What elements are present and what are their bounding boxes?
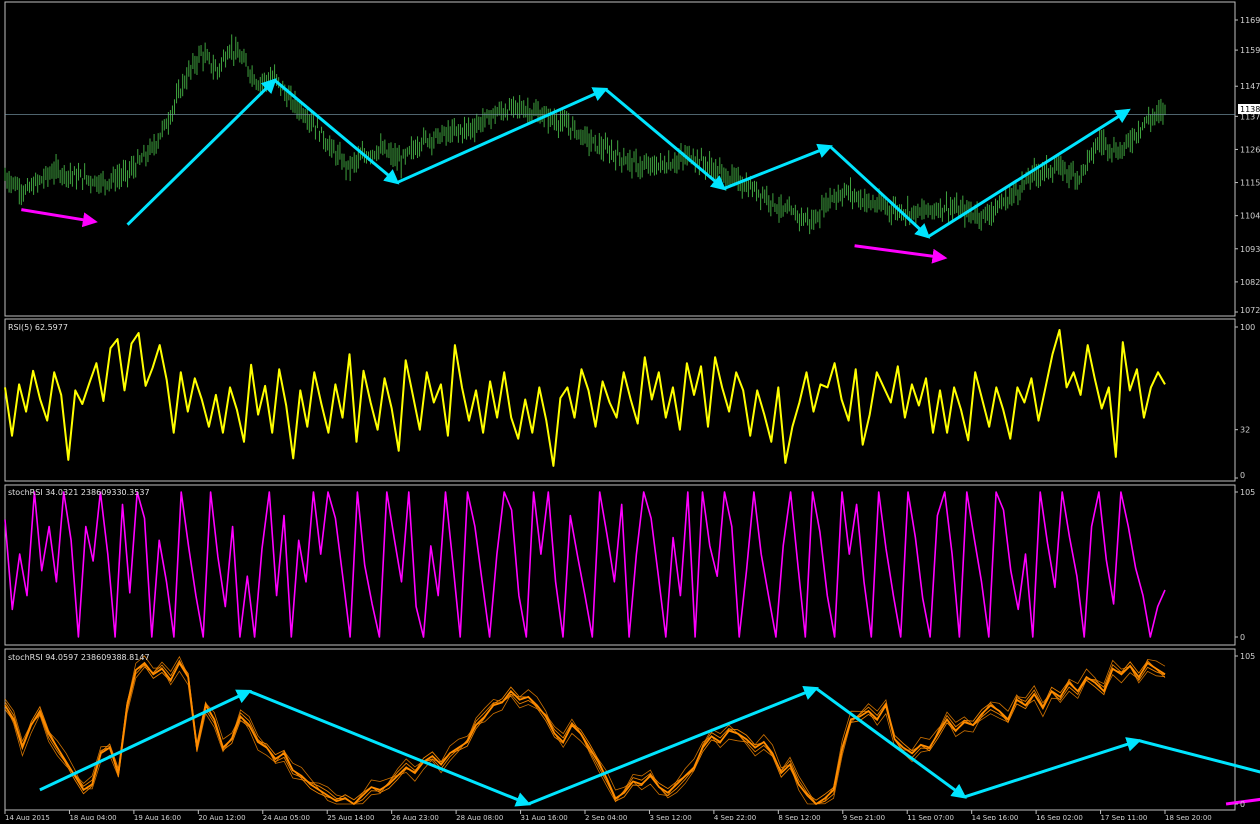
y-tick-label: 1093 [1240, 245, 1260, 254]
price-trend-arrow-6 [927, 108, 1131, 239]
price-divergence-arrow-1 [854, 244, 948, 264]
x-tick-label: 20 Aug 12:00 [198, 814, 245, 820]
y-tick-label: 1115 [1240, 179, 1260, 188]
axis-tick-labels: 1169115911471137112611151104109310821072… [1235, 16, 1260, 809]
current-price-tag: 1138 [1240, 105, 1260, 114]
x-tick-label: 3 Sep 12:00 [649, 814, 691, 820]
x-tick-label: 18 Aug 04:00 [69, 814, 116, 820]
x-tick-label: 9 Sep 21:00 [843, 814, 885, 820]
x-tick-label: 2 Sep 04:00 [585, 814, 627, 820]
series-line [4, 329, 1166, 467]
rsi-panel-title: RSI(5) 62.5977 [8, 323, 68, 332]
y-tick-label: 1169 [1240, 16, 1260, 25]
x-tick-label: 14 Sep 16:00 [972, 814, 1019, 820]
stoch-rsi-line [4, 491, 1166, 638]
x-tick-label: 8 Sep 12:00 [778, 814, 820, 820]
x-tick-label: 14 Aug 2015 [5, 814, 50, 820]
y-tick-label: 1072 [1240, 306, 1260, 315]
y-tick-label: 1082 [1240, 278, 1260, 287]
y-tick-label: 0 [1240, 800, 1245, 809]
osc-trend-arrow-4 [963, 737, 1142, 799]
y-tick-label: 1159 [1240, 46, 1260, 55]
stoch-rsi-panel-title: stochRSI 34.0321 238609330.3537 [8, 488, 150, 497]
x-tick-label: 31 Aug 16:00 [521, 814, 568, 820]
osc-trend-arrow-0 [39, 689, 252, 792]
stoch-rsi-smoothed-panel-title: stochRSI 94.0597 238609388.8147 [8, 653, 150, 662]
date-axis-labels: 14 Aug 2015 18 Aug 04:00 19 Aug 16:00 20 Au… [4, 810, 1212, 822]
rsi-line [4, 329, 1166, 467]
price-trend-arrow-1 [273, 79, 400, 185]
x-tick-label: 11 Sep 07:00 [907, 814, 954, 820]
series-line [4, 491, 1166, 638]
x-tick-label: 28 Aug 08:00 [456, 814, 503, 820]
price-trend-arrow-3 [604, 88, 727, 191]
y-tick-label: 1147 [1240, 82, 1260, 91]
y-tick-label: 105 [1240, 488, 1255, 497]
x-tick-label: 4 Sep 22:00 [714, 814, 756, 820]
chart-canvas[interactable]: 1169115911471137112611151104109310821072… [0, 0, 1260, 822]
x-tick-label: 25 Aug 14:00 [327, 814, 374, 820]
x-tick-label: 16 Sep 02:00 [1036, 814, 1083, 820]
y-tick-label: 105 [1240, 652, 1255, 661]
osc-trend-arrow-1 [248, 689, 532, 807]
y-tick-label: 1104 [1240, 212, 1260, 221]
osc-trend-arrow-5 [1138, 739, 1260, 774]
y-tick-label: 100 [1240, 323, 1255, 332]
y-tick-label: 1126 [1240, 145, 1260, 154]
osc-trend-arrow-3 [815, 687, 967, 799]
price-trend-arrow-4 [723, 143, 833, 190]
y-tick-label: 0 [1240, 471, 1245, 480]
trading-chart-window[interactable]: 1169 1159 1147 1137 1126 1115 1104 1093 1082 1072… [0, 0, 1260, 822]
y-tick-label: 0 [1240, 633, 1245, 642]
x-tick-label: 26 Aug 23:00 [392, 814, 439, 820]
x-tick-label: 17 Sep 11:00 [1101, 814, 1148, 820]
x-tick-label: 19 Aug 16:00 [134, 814, 181, 820]
price-divergence-arrow-0 [21, 208, 98, 228]
y-tick-label: 32 [1240, 426, 1250, 435]
x-tick-label: 18 Sep 20:00 [1165, 814, 1212, 820]
x-tick-label: 24 Aug 05:00 [263, 814, 310, 820]
panel-frame-3 [4, 648, 1236, 811]
price-bars [4, 34, 1166, 235]
